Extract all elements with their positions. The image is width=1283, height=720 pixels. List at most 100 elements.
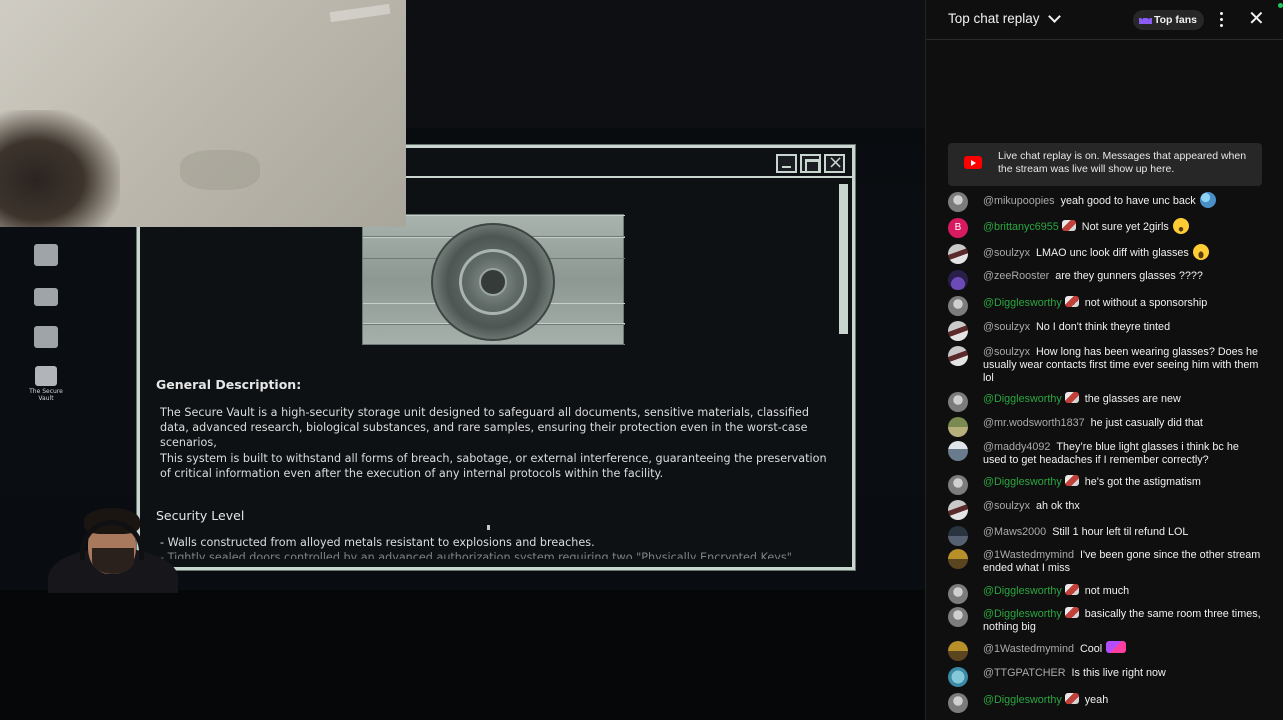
avatar[interactable] [948, 192, 968, 212]
maximize-button[interactable] [800, 154, 821, 173]
chat-author-name[interactable]: @1Wastedmymind [983, 549, 1074, 561]
laugh-emoji-icon [1192, 244, 1209, 260]
chat-author-name[interactable]: @Digglesworthy [983, 476, 1062, 488]
member-badge-icon [1064, 296, 1079, 307]
top-fans-button[interactable]: Top fans [1133, 10, 1204, 30]
member-badge-icon [1064, 693, 1079, 704]
member-badge-icon [1064, 607, 1079, 618]
chat-author-name[interactable]: @1Wastedmymind [983, 643, 1074, 655]
chat-author-name[interactable]: @soulzyx [983, 247, 1030, 259]
avatar[interactable] [948, 475, 968, 495]
chat-author-name[interactable]: @Digglesworthy [983, 608, 1062, 620]
member-badge-icon [1061, 220, 1076, 231]
chat-message-text: Still 1 hour left til refund LOL [1052, 526, 1189, 538]
chat-message-text: not without a sponsorship [1084, 297, 1208, 309]
chat-message-text: yeah [1084, 694, 1109, 706]
chat-author-name[interactable]: @soulzyx [983, 346, 1030, 358]
avatar[interactable]: B [948, 218, 968, 238]
avatar[interactable] [948, 584, 968, 604]
chat-message-text: ah ok thx [1035, 500, 1080, 512]
avatar[interactable] [948, 667, 968, 687]
chat-author-name[interactable]: @zeeRooster [983, 270, 1049, 282]
close-window-button[interactable] [824, 152, 845, 173]
chat-message-text: yeah good to have unc back [1060, 195, 1196, 207]
chat-message-body: @Maws2000 Still 1 hour left til refund LO… [983, 526, 1265, 539]
avatar[interactable] [948, 500, 968, 520]
chat-message-body: @soulzyx ah ok thx [983, 500, 1265, 513]
game-wall [400, 0, 925, 128]
chevron-down-icon[interactable] [1048, 10, 1061, 23]
avatar[interactable] [948, 321, 968, 341]
chat-author-name[interactable]: @Digglesworthy [983, 393, 1062, 405]
chat-message-body: @Digglesworthy the glasses are new [983, 392, 1265, 406]
scrollbar-thumb[interactable] [839, 184, 848, 334]
member-badge-icon [1064, 475, 1079, 486]
chat-author-name[interactable]: @TTGPATCHER [983, 667, 1066, 679]
chat-message-body: @soulzyx How long has been wearing glasse… [983, 346, 1265, 386]
member-badge-icon [1064, 392, 1079, 403]
chat-author-name[interactable]: @Maws2000 [983, 526, 1046, 538]
description-paragraph-2: This system is built to withstand all fo… [160, 452, 827, 481]
chat-mode-selector-label[interactable]: Top chat replay [948, 11, 1040, 26]
recycle-bin-icon[interactable] [28, 244, 64, 266]
secure-vault-desktop-icon[interactable]: The Secure Vault [28, 366, 64, 402]
chat-message-text: LMAO unc look diff with glasses [1035, 247, 1189, 259]
member-badge-icon [1064, 584, 1079, 595]
chat-author-name[interactable]: @Digglesworthy [983, 297, 1062, 309]
avatar[interactable] [948, 526, 968, 546]
computer-icon[interactable] [28, 326, 64, 348]
crown-icon [1139, 15, 1152, 24]
chat-author-name[interactable]: @soulzyx [983, 321, 1030, 333]
chat-replay-banner: Live chat replay is on. Messages that ap… [948, 143, 1262, 186]
description-paragraph-1: The Secure Vault is a high-security stor… [160, 406, 809, 450]
secure-vault-icon-label: The Secure Vault [29, 388, 63, 402]
avatar[interactable] [948, 441, 968, 461]
youtube-logo-icon [964, 156, 982, 169]
avatar[interactable] [948, 244, 968, 264]
room-webcam-overlay [0, 0, 406, 227]
avatar[interactable] [948, 549, 968, 569]
chat-message-body: @maddy4092 They’re blue light glasses i t… [983, 441, 1265, 467]
avatar[interactable] [948, 417, 968, 437]
avatar[interactable] [948, 641, 968, 661]
status-dot [1278, 3, 1283, 8]
mouse-cursor [487, 525, 490, 530]
chat-message-text: he just casually did that [1090, 417, 1203, 429]
chat-author-name[interactable]: @maddy4092 [983, 441, 1050, 453]
chat-message-body: @mikupoopies yeah good to have unc back [983, 192, 1265, 208]
chat-message-text: Cool [1079, 643, 1103, 655]
chat-message-text: Is this live right now [1071, 667, 1166, 679]
sparkle-emoji-icon [1106, 641, 1127, 653]
avatar[interactable] [948, 270, 968, 290]
astonished-emoji-icon [1172, 218, 1189, 234]
chat-author-name[interactable]: @mikupoopies [983, 195, 1055, 207]
chat-author-name[interactable]: @Digglesworthy [983, 585, 1062, 597]
chat-message-body: @mr.wodsworth1837 he just casually did th… [983, 417, 1265, 430]
chat-message-text: not much [1084, 585, 1130, 597]
chat-author-name[interactable]: @Digglesworthy [983, 694, 1062, 706]
avatar[interactable] [948, 693, 968, 713]
avatar[interactable] [948, 296, 968, 316]
minimize-button[interactable] [776, 154, 797, 173]
chat-message-body: @Digglesworthy not without a sponsorship [983, 296, 1265, 310]
security-item-2: - Tightly sealed doors controlled by an … [160, 551, 792, 559]
screen: The Secure Vault General Description: Th… [0, 0, 1283, 720]
close-chat-icon[interactable]: ✕ [1248, 8, 1265, 28]
chat-message-body: @Digglesworthy he's got the astigmatism [983, 475, 1265, 489]
folder-icon[interactable] [28, 288, 64, 306]
chat-message-body: @Digglesworthy basically the same room th… [983, 607, 1265, 634]
streamer-facecam [40, 500, 184, 593]
avatar[interactable] [948, 607, 968, 627]
avatar[interactable] [948, 346, 968, 366]
chat-author-name[interactable]: @soulzyx [983, 500, 1030, 512]
video-player[interactable]: The Secure Vault General Description: Th… [0, 0, 925, 720]
chat-author-name[interactable]: @mr.wodsworth1837 [983, 417, 1085, 429]
more-options-icon[interactable] [1220, 12, 1224, 28]
vault-door-image [362, 214, 625, 345]
chat-message-body: @soulzyx No I don't think theyre tinted [983, 321, 1265, 334]
avatar[interactable] [948, 392, 968, 412]
general-description-heading: General Description: [156, 377, 302, 392]
chat-author-name[interactable]: @brittanyc6955 [983, 221, 1059, 233]
chat-message-text: No I don't think theyre tinted [1035, 321, 1171, 333]
chat-message-body: @soulzyx LMAO unc look diff with glasses [983, 244, 1265, 260]
